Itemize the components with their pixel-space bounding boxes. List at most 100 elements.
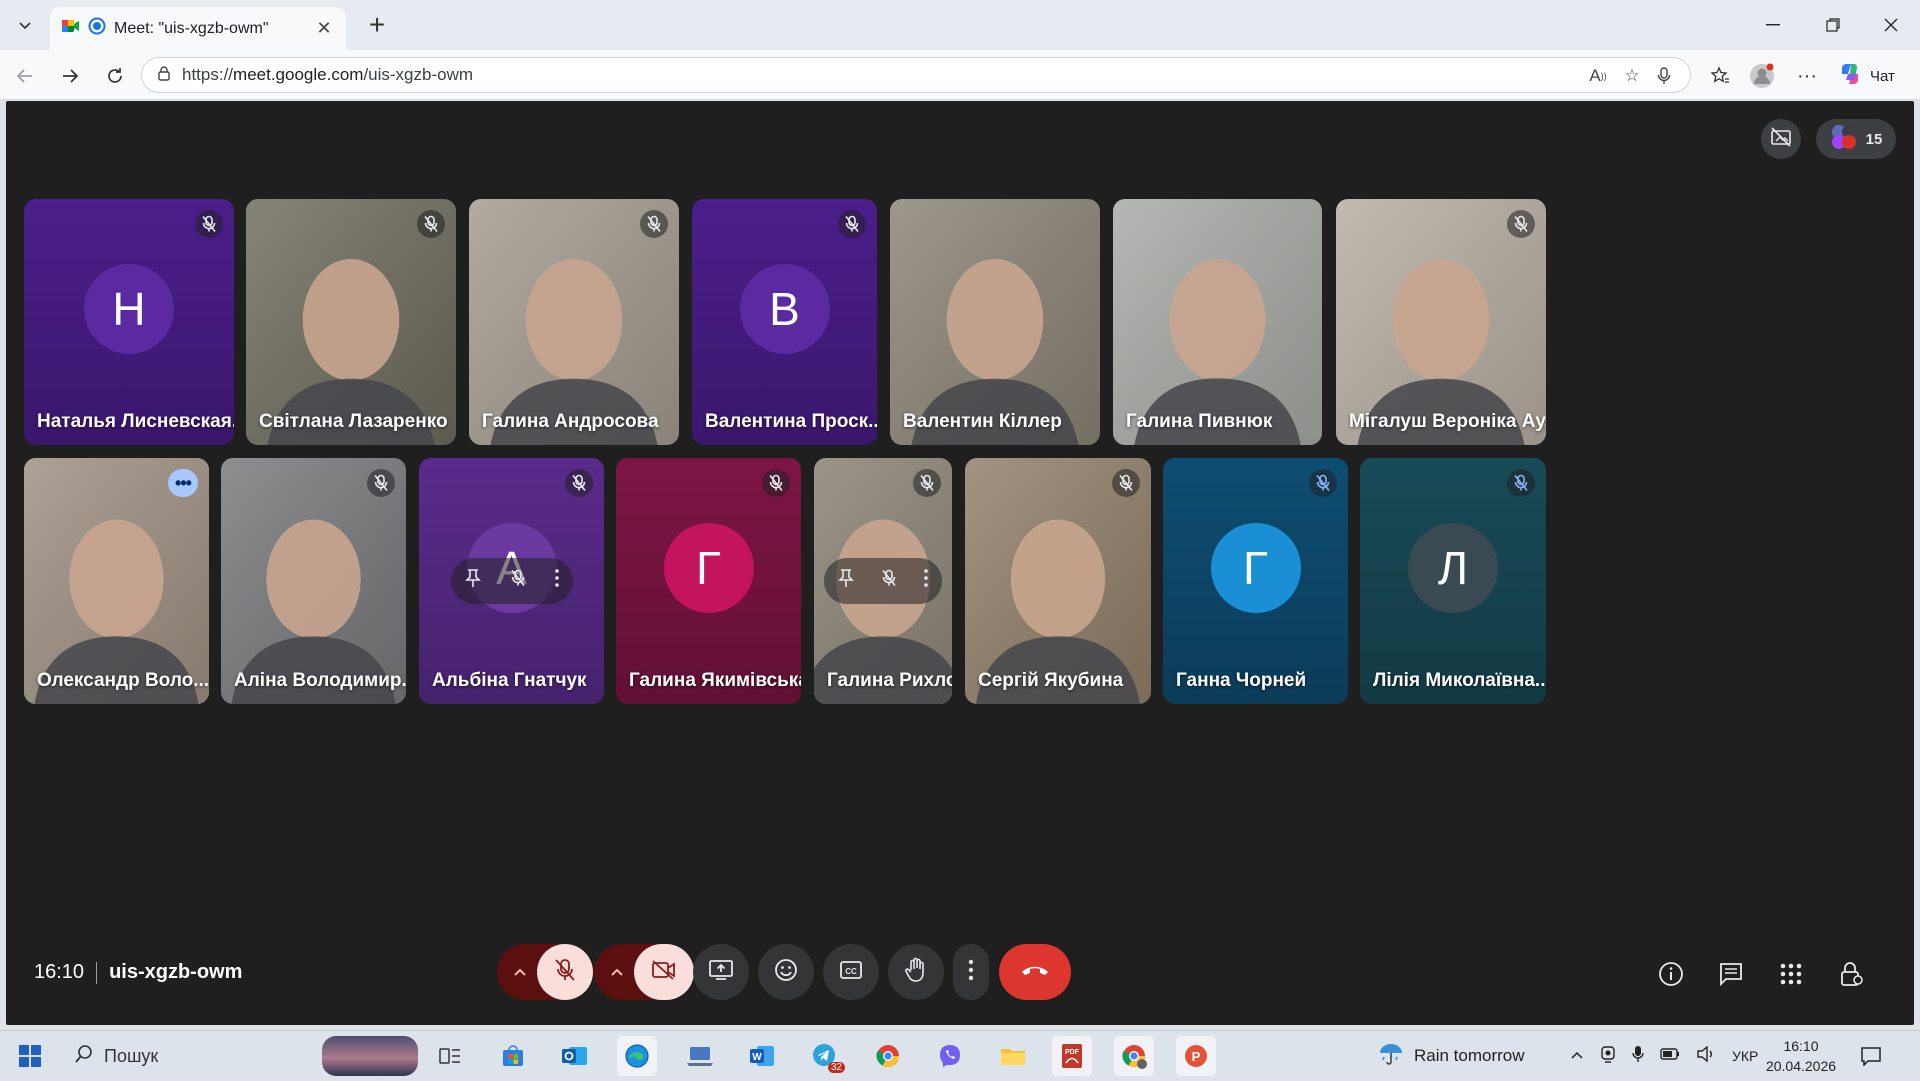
notifications-icon[interactable]	[1860, 1031, 1882, 1081]
powerpoint-icon[interactable]: P	[1176, 1036, 1216, 1076]
favorites-list-icon[interactable]	[1706, 62, 1734, 90]
participant-tile[interactable]: Олександр Воло... •••	[24, 458, 209, 704]
participant-tile[interactable]: Мігалуш Вероніка Ау...	[1336, 199, 1546, 445]
microphone-off-button[interactable]	[537, 944, 593, 1000]
volume-icon[interactable]	[1696, 1045, 1716, 1067]
clock[interactable]: 16:10 20.04.2026	[1766, 1031, 1836, 1081]
voice-search-mic-icon[interactable]	[1652, 64, 1676, 88]
laptop-app-icon[interactable]	[680, 1036, 720, 1076]
tab-list-chevron-icon[interactable]	[10, 11, 40, 39]
address-bar[interactable]: https://meet.google.com/uis-xgzb-owm A))…	[141, 57, 1691, 93]
restore-icon[interactable]	[1818, 10, 1848, 40]
more-menu-icon[interactable]: ···	[1793, 62, 1821, 90]
participant-tile[interactable]: Галина Пивнюк	[1113, 199, 1322, 445]
browser-tab-meet[interactable]: Meet: "uis-xgzb-owm" ✕	[50, 7, 346, 50]
participant-avatar: В	[739, 264, 830, 354]
word-icon[interactable]: W	[742, 1036, 782, 1076]
svg-text:PDF: PDF	[1065, 1049, 1080, 1056]
captions-button[interactable]: CC	[823, 944, 879, 1000]
participant-tile[interactable]: Г Галина Якимівська	[616, 458, 801, 704]
participant-tile[interactable]: ААльбіна Гнатчук	[419, 458, 604, 704]
file-explorer-icon[interactable]	[993, 1036, 1033, 1076]
present-screen-button[interactable]	[693, 944, 749, 1000]
mic-off-icon	[554, 958, 576, 987]
participant-tile[interactable]: Галина Андросова	[469, 199, 679, 445]
participant-tile[interactable]: Світлана Лазаренко	[246, 199, 456, 445]
read-aloud-icon[interactable]: A))	[1586, 64, 1610, 88]
windows-start-icon[interactable]	[10, 1036, 50, 1076]
mic-muted-icon	[762, 469, 790, 497]
mic-muted-icon	[1507, 469, 1535, 497]
chrome-icon[interactable]	[868, 1036, 908, 1076]
camera-tray-icon[interactable]	[1600, 1045, 1616, 1068]
participant-name: Наталья Лисневская...	[37, 411, 234, 432]
tab-title: Meet: "uis-xgzb-owm"	[114, 19, 269, 37]
tile-more-options-icon[interactable]: •••	[168, 469, 198, 497]
battery-icon[interactable]	[1660, 1047, 1680, 1066]
weather-widget[interactable]: Rain tomorrow	[1378, 1031, 1525, 1081]
participants-button[interactable]: 15	[1816, 119, 1896, 159]
chat-messages-icon[interactable]	[1711, 954, 1751, 994]
camera-off-button[interactable]	[634, 944, 694, 1000]
copilot-chat-button[interactable]: Чат	[1838, 62, 1895, 90]
activities-grid-icon[interactable]	[1771, 954, 1811, 994]
participant-name: Мігалуш Вероніка Ау...	[1349, 411, 1546, 432]
viber-icon[interactable]	[930, 1036, 970, 1076]
mic-muted-icon	[640, 210, 668, 238]
host-controls-lock-icon[interactable]	[1831, 954, 1871, 994]
windows-taskbar: Пошук W 32 PDF P Rain tomorrow УКР 16:10…	[0, 1030, 1920, 1080]
pin-icon[interactable]	[837, 568, 854, 594]
participant-tile[interactable]: Л Лілія Миколаївна...	[1360, 458, 1546, 704]
chrome-profile-icon[interactable]	[1114, 1036, 1154, 1076]
site-info-lock-icon[interactable]	[156, 65, 172, 86]
back-arrow-icon[interactable]	[9, 60, 41, 92]
edge-browser-icon[interactable]	[617, 1036, 657, 1076]
participant-tile[interactable]: Н Наталья Лисневская...	[24, 199, 234, 445]
input-language[interactable]: УКР	[1732, 1048, 1758, 1064]
favorite-star-icon[interactable]: ☆	[1620, 64, 1644, 88]
participant-count: 15	[1865, 130, 1883, 148]
reload-icon[interactable]	[99, 60, 131, 92]
new-tab-plus-icon[interactable]: +	[362, 9, 392, 40]
meeting-info-icon[interactable]	[1651, 954, 1691, 994]
leave-call-button[interactable]	[999, 944, 1071, 1000]
mute-participant-icon[interactable]	[510, 569, 526, 593]
tile-more-vert-icon[interactable]	[554, 569, 559, 593]
telegram-icon[interactable]: 32	[805, 1036, 845, 1076]
hide-self-view-button[interactable]	[1761, 119, 1801, 159]
weather-text: Rain tomorrow	[1414, 1046, 1525, 1065]
participant-tile[interactable]: Галина Рихло	[814, 458, 952, 704]
reactions-button[interactable]	[758, 944, 814, 1000]
outlook-icon[interactable]	[555, 1036, 595, 1076]
participant-tile[interactable]: Г Ганна Чорней	[1163, 458, 1348, 704]
participant-tile[interactable]: Сергій Якубина	[965, 458, 1151, 704]
participant-tile[interactable]: В Валентина Проск...	[692, 199, 877, 445]
pdf-app-icon[interactable]: PDF	[1052, 1036, 1092, 1076]
more-options-button[interactable]	[953, 944, 989, 1000]
participant-name: Альбіна Гнатчук	[432, 670, 587, 691]
mute-participant-icon[interactable]	[881, 569, 897, 593]
close-window-icon[interactable]	[1876, 10, 1906, 40]
participant-tile[interactable]: Аліна Володимир...	[221, 458, 406, 704]
microsoft-store-icon[interactable]	[493, 1036, 533, 1076]
url-text[interactable]: https://meet.google.com/uis-xgzb-owm	[182, 65, 473, 85]
forward-arrow-icon[interactable]	[54, 60, 86, 92]
taskbar-search[interactable]: Пошук	[64, 1036, 418, 1076]
show-hidden-icons-chevron-icon[interactable]	[1570, 1047, 1584, 1065]
task-view-icon[interactable]	[430, 1036, 470, 1076]
tile-hover-controls	[451, 558, 573, 604]
raise-hand-button[interactable]	[888, 944, 944, 1000]
tab-close-icon[interactable]: ✕	[314, 18, 334, 39]
mic-muted-icon	[913, 469, 941, 497]
participant-tile[interactable]: Валентин Кіллер	[890, 199, 1100, 445]
svg-text:P: P	[1192, 1049, 1201, 1064]
mic-muted-icon	[367, 469, 395, 497]
profile-avatar-icon[interactable]	[1748, 62, 1776, 90]
participant-name: Галина Рихло	[827, 670, 952, 691]
minimize-icon[interactable]	[1758, 10, 1788, 40]
pin-icon[interactable]	[465, 568, 482, 594]
microphone-tray-icon[interactable]	[1632, 1045, 1644, 1068]
participant-avatar: Н	[84, 264, 174, 354]
tile-more-vert-icon[interactable]	[924, 569, 929, 593]
mic-muted-icon	[1309, 469, 1337, 497]
